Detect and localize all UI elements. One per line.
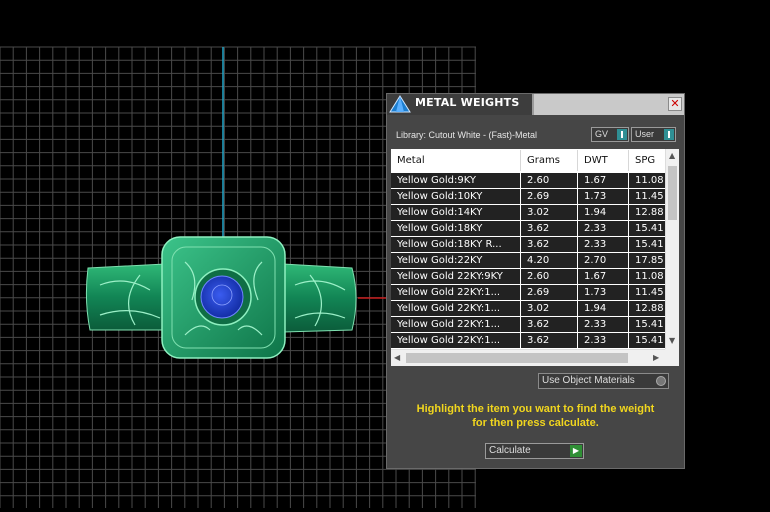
gv-toggle[interactable]: GV: [591, 127, 629, 142]
table-row[interactable]: Yellow Gold 22KY:1... 3.62 2.33 15.41: [391, 333, 665, 348]
library-label: Library: Cutout White - (Fast)-Metal: [396, 130, 538, 140]
cell-dwt: 2.33: [578, 221, 629, 236]
radio-icon: [656, 376, 666, 386]
cell-dwt: 2.33: [578, 333, 629, 348]
panel-titlebar[interactable]: METAL WEIGHTS ✕: [387, 94, 684, 115]
cell-dwt: 1.67: [578, 173, 629, 188]
cell-grams: 2.60: [521, 269, 578, 284]
cell-metal: Yellow Gold 22KY:1...: [391, 317, 521, 332]
cell-dwt: 1.73: [578, 189, 629, 204]
toggle-switch-icon: [617, 129, 627, 140]
panel-title: METAL WEIGHTS: [415, 96, 520, 109]
table-header: Metal Grams DWT SPG: [391, 150, 665, 171]
pyramid-logo-icon: [389, 95, 411, 113]
cell-metal: Yellow Gold 22KY:9KY: [391, 269, 521, 284]
table-row[interactable]: Yellow Gold 22KY:1... 3.62 2.33 15.41: [391, 317, 665, 332]
close-button[interactable]: ✕: [668, 97, 682, 111]
cell-dwt: 2.70: [578, 253, 629, 268]
cell-dwt: 2.33: [578, 317, 629, 332]
cell-metal: Yellow Gold:18KY R...: [391, 237, 521, 252]
use-object-materials-label: Use Object Materials: [542, 375, 635, 386]
cell-dwt: 1.94: [578, 301, 629, 316]
scroll-down-icon[interactable]: ▼: [669, 336, 675, 346]
user-toggle[interactable]: User: [631, 127, 676, 142]
table-row[interactable]: Yellow Gold:18KY R... 3.62 2.33 15.41: [391, 237, 665, 252]
table-row[interactable]: Yellow Gold:14KY 3.02 1.94 12.88: [391, 205, 665, 220]
cell-metal: Yellow Gold:22KY: [391, 253, 521, 268]
close-icon: ✕: [670, 97, 680, 110]
ring-band-right: [282, 263, 357, 333]
table-row[interactable]: Yellow Gold:22KY 4.20 2.70 17.85: [391, 253, 665, 268]
column-header-metal[interactable]: Metal: [391, 150, 521, 171]
gv-toggle-label: GV: [595, 129, 609, 139]
cell-grams: 3.02: [521, 205, 578, 220]
scrollbar-corner: [665, 349, 679, 366]
cell-grams: 3.62: [521, 333, 578, 348]
table-row[interactable]: Yellow Gold:9KY 2.60 1.67 11.08: [391, 173, 665, 188]
calculate-label: Calculate: [489, 445, 531, 456]
play-arrow-icon: ▶: [570, 445, 582, 457]
cell-dwt: 2.33: [578, 237, 629, 252]
cell-grams: 2.60: [521, 173, 578, 188]
vertical-scrollbar[interactable]: ▲ ▼: [665, 149, 679, 349]
cell-metal: Yellow Gold:10KY: [391, 189, 521, 204]
cell-dwt: 1.94: [578, 205, 629, 220]
use-object-materials-toggle[interactable]: Use Object Materials: [538, 373, 669, 389]
horizontal-scroll-thumb[interactable]: [406, 353, 628, 363]
cell-dwt: 1.67: [578, 269, 629, 284]
scroll-left-icon[interactable]: ◀: [394, 353, 400, 363]
cell-grams: 3.62: [521, 221, 578, 236]
cell-grams: 3.62: [521, 317, 578, 332]
panel-title-tab: METAL WEIGHTS: [387, 94, 534, 115]
blue-stone: [200, 275, 244, 319]
cell-metal: Yellow Gold:9KY: [391, 173, 521, 188]
scroll-up-icon[interactable]: ▲: [669, 151, 675, 161]
table-row[interactable]: Yellow Gold 22KY:1... 3.02 1.94 12.88: [391, 301, 665, 316]
table-row[interactable]: Yellow Gold 22KY:1... 2.69 1.73 11.45: [391, 285, 665, 300]
cell-metal: Yellow Gold 22KY:1...: [391, 285, 521, 300]
ring-model[interactable]: [85, 236, 357, 359]
user-toggle-label: User: [635, 129, 655, 139]
scroll-right-icon[interactable]: ▶: [653, 353, 659, 363]
cell-dwt: 1.73: [578, 285, 629, 300]
toggle-switch-icon: [664, 129, 674, 140]
calculate-button[interactable]: Calculate ▶: [485, 443, 584, 459]
cell-grams: 3.62: [521, 237, 578, 252]
cell-grams: 2.69: [521, 189, 578, 204]
metal-table[interactable]: Metal Grams DWT SPG Yellow Gold:9KY 2.60 1…: [391, 149, 679, 366]
column-header-dwt[interactable]: DWT: [578, 150, 629, 171]
vertical-scroll-thumb[interactable]: [668, 166, 677, 220]
cell-grams: 2.69: [521, 285, 578, 300]
horizontal-scrollbar[interactable]: ◀ ▶: [391, 349, 665, 366]
metal-weights-panel: METAL WEIGHTS ✕ Library: Cutout White - …: [386, 93, 685, 469]
instruction-line-1: Highlight the item you want to find the …: [416, 403, 655, 415]
cell-metal: Yellow Gold 22KY:1...: [391, 301, 521, 316]
cell-metal: Yellow Gold 22KY:1...: [391, 333, 521, 348]
ring-band-left: [85, 263, 166, 331]
cell-grams: 4.20: [521, 253, 578, 268]
table-row[interactable]: Yellow Gold:18KY 3.62 2.33 15.41: [391, 221, 665, 236]
cell-metal: Yellow Gold:14KY: [391, 205, 521, 220]
table-row[interactable]: Yellow Gold:10KY 2.69 1.73 11.45: [391, 189, 665, 204]
cell-grams: 3.02: [521, 301, 578, 316]
instruction-line-2: for then press calculate.: [472, 417, 599, 429]
table-row[interactable]: Yellow Gold 22KY:9KY 2.60 1.67 11.08: [391, 269, 665, 284]
instruction-text: Highlight the item you want to find the …: [387, 402, 684, 430]
column-header-grams[interactable]: Grams: [521, 150, 578, 171]
cell-metal: Yellow Gold:18KY: [391, 221, 521, 236]
